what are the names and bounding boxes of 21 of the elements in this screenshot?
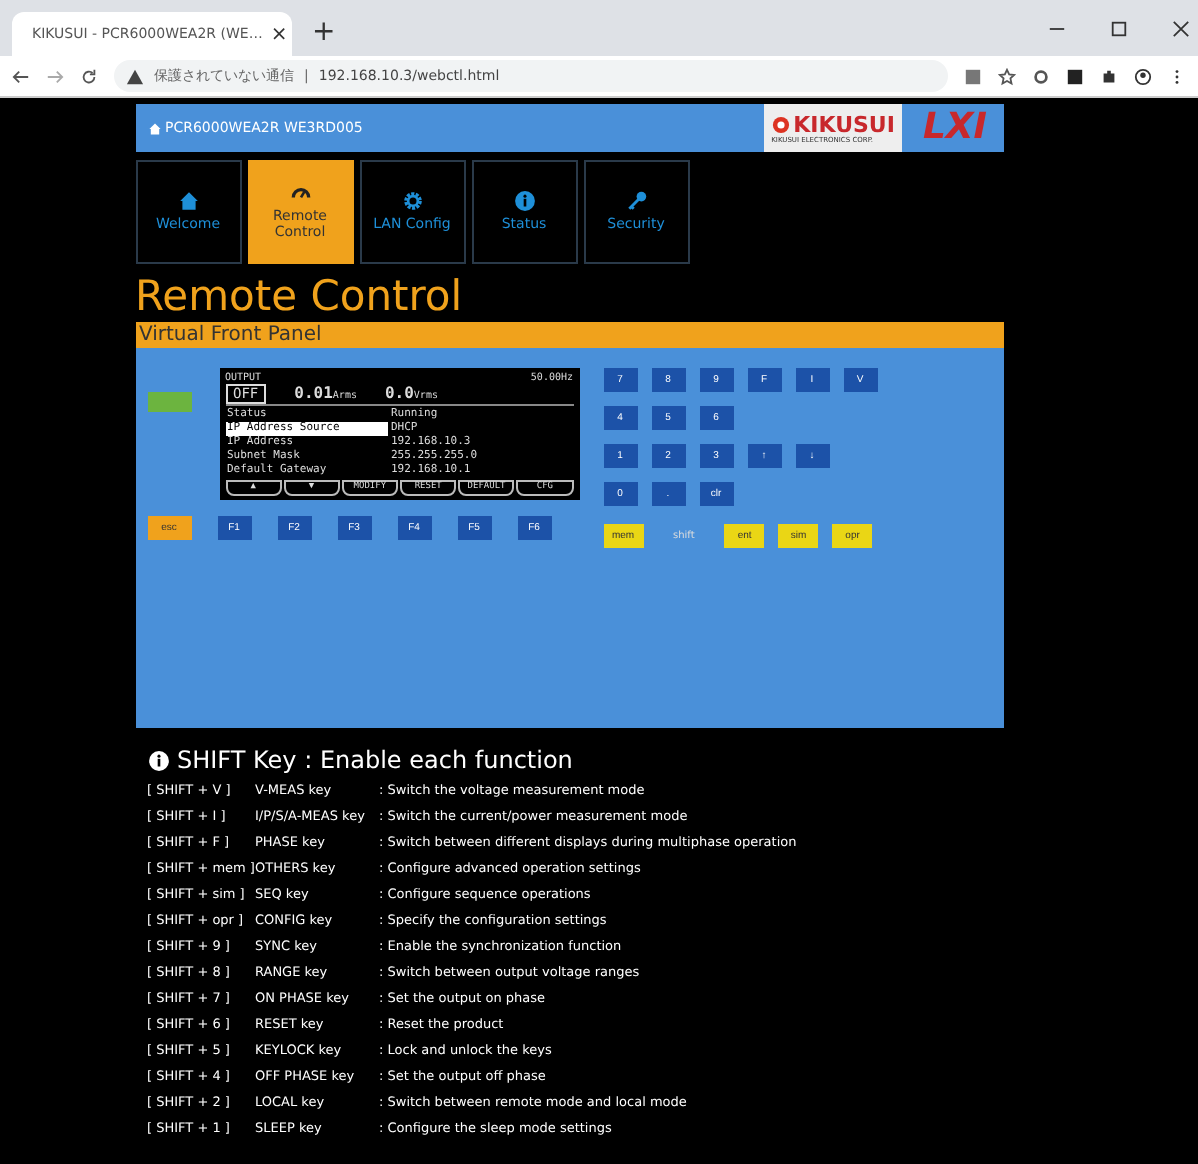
close-icon[interactable] [1172, 19, 1190, 37]
panel-title-bar: Virtual Front Panel [135, 322, 1003, 348]
home-icon [177, 190, 199, 213]
account-icon[interactable] [1134, 67, 1152, 85]
home-icon [147, 121, 161, 135]
logo-icon [771, 115, 790, 133]
tab-close-button[interactable]: × [270, 23, 288, 45]
info-icon [147, 749, 169, 771]
key-icon [625, 190, 647, 213]
back-icon[interactable] [12, 67, 30, 85]
maximize-icon[interactable] [1110, 19, 1128, 37]
circle-icon[interactable] [1032, 67, 1050, 85]
section-title: SHIFT Key : Enable each function [177, 746, 573, 774]
info-icon [513, 190, 535, 213]
page-title: Remote Control [135, 270, 465, 322]
star-icon[interactable] [998, 67, 1016, 85]
warning-icon [126, 67, 144, 85]
reload-icon[interactable] [80, 67, 98, 85]
lxi-logo: LXI [920, 110, 989, 146]
gear-icon [401, 190, 423, 213]
new-tab-button[interactable]: + [312, 16, 336, 48]
